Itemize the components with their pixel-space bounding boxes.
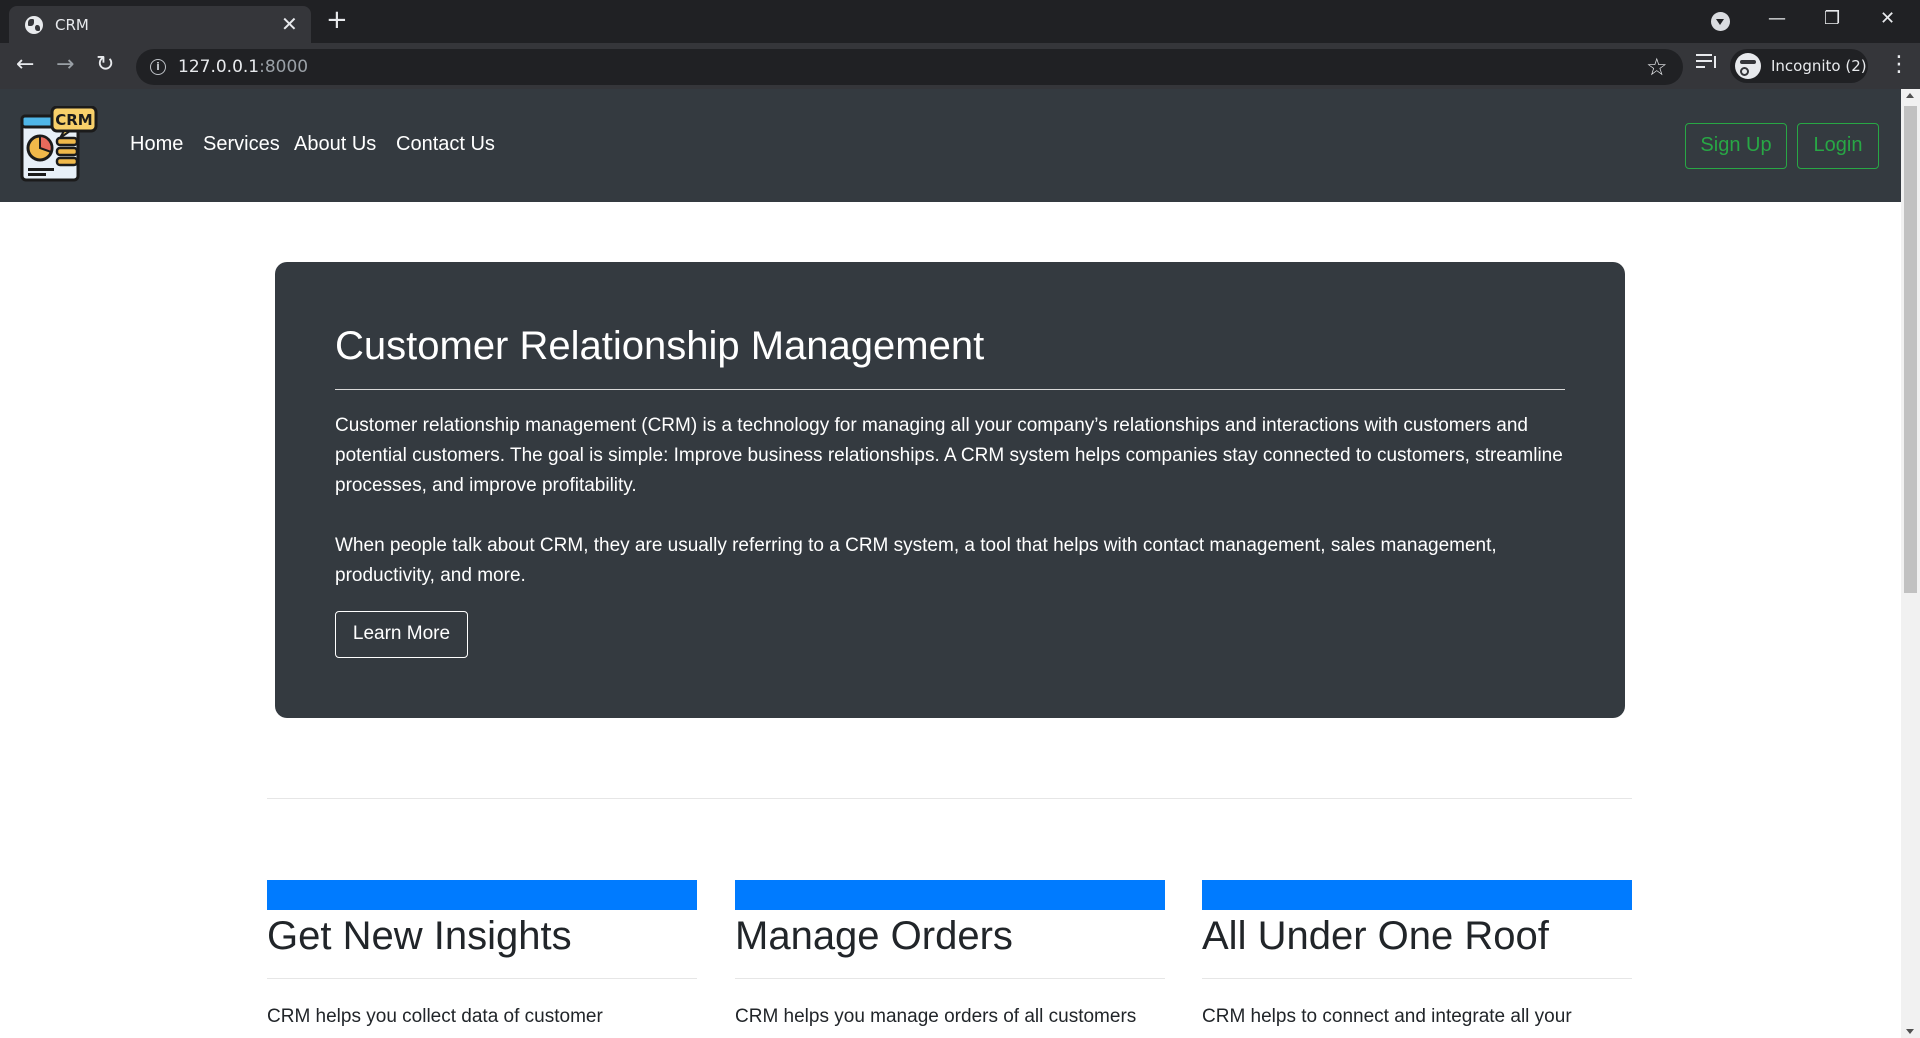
scrollbar-thumb[interactable] [1904, 106, 1917, 593]
feature-title: Get New Insights [267, 914, 572, 958]
bookmark-star-icon[interactable]: ☆ [1646, 52, 1668, 82]
page-scrollbar[interactable] [1901, 89, 1920, 1038]
hero-jumbotron: Customer Relationship Management Custome… [275, 262, 1625, 718]
feature-color-bar [1202, 880, 1632, 910]
tab-search-icon[interactable] [1711, 12, 1730, 31]
feature-color-bar [735, 880, 1165, 910]
incognito-label: Incognito (2) [1771, 57, 1867, 75]
feature-text: CRM helps you collect data of customer [267, 1006, 603, 1027]
browser-tabstrip: CRM ✕ + — ❐ ✕ [0, 0, 1920, 43]
browser-toolbar: ← → ↻ i 127.0.0.1:8000 ☆ Incognito (2) ⋮ [0, 43, 1920, 89]
crm-logo-icon[interactable]: CRM [20, 106, 98, 184]
scroll-down-arrow-icon[interactable] [1906, 1029, 1914, 1034]
url-text[interactable]: 127.0.0.1:8000 [178, 57, 308, 77]
site-navbar: CRM Home Services About Us Contact Us Si… [0, 89, 1901, 202]
forward-icon[interactable]: → [56, 50, 74, 80]
hero-title: Customer Relationship Management [335, 324, 985, 368]
feature-divider [267, 978, 697, 979]
feature-title: All Under One Roof [1202, 914, 1549, 958]
feature-title: Manage Orders [735, 914, 1013, 958]
feature-divider [1202, 978, 1632, 979]
site-info-icon[interactable]: i [150, 59, 166, 75]
window-close-icon[interactable]: ✕ [1880, 4, 1895, 34]
restore-icon[interactable]: ❐ [1824, 4, 1840, 34]
minimize-icon[interactable]: — [1768, 4, 1786, 34]
hero-divider [335, 389, 1565, 390]
media-control-icon[interactable] [1696, 52, 1718, 70]
hero-paragraph-2: When people talk about CRM, they are usu… [335, 535, 1497, 586]
section-divider [267, 798, 1632, 799]
address-bar[interactable]: i 127.0.0.1:8000 ☆ [136, 49, 1683, 85]
logo-text: CRM [55, 111, 93, 129]
nav-link-home[interactable]: Home [130, 133, 183, 156]
feature-divider [735, 978, 1165, 979]
globe-icon [25, 16, 43, 34]
new-tab-icon[interactable]: + [326, 6, 348, 34]
nav-link-contact-us[interactable]: Contact Us [396, 133, 495, 156]
nav-link-about-us[interactable]: About Us [294, 133, 376, 156]
feature-text: CRM helps you manage orders of all custo… [735, 1006, 1137, 1027]
nav-link-services[interactable]: Services [203, 133, 280, 156]
close-tab-icon[interactable]: ✕ [281, 12, 298, 36]
incognito-profile-button[interactable]: Incognito (2) [1730, 49, 1868, 83]
back-icon[interactable]: ← [16, 50, 34, 80]
feature-text: CRM helps to connect and integrate all y… [1202, 1006, 1572, 1027]
reload-icon[interactable]: ↻ [96, 50, 114, 80]
incognito-icon [1735, 53, 1761, 79]
sign-up-button[interactable]: Sign Up [1685, 123, 1787, 169]
browser-menu-icon[interactable]: ⋮ [1888, 50, 1910, 80]
tab-title: CRM [55, 16, 89, 34]
login-button[interactable]: Login [1797, 123, 1879, 169]
scroll-up-arrow-icon[interactable] [1906, 93, 1914, 98]
learn-more-button[interactable]: Learn More [335, 611, 468, 658]
hero-paragraph-1: Customer relationship management (CRM) i… [335, 415, 1563, 496]
browser-tab[interactable]: CRM ✕ [9, 6, 311, 43]
feature-color-bar [267, 880, 697, 910]
